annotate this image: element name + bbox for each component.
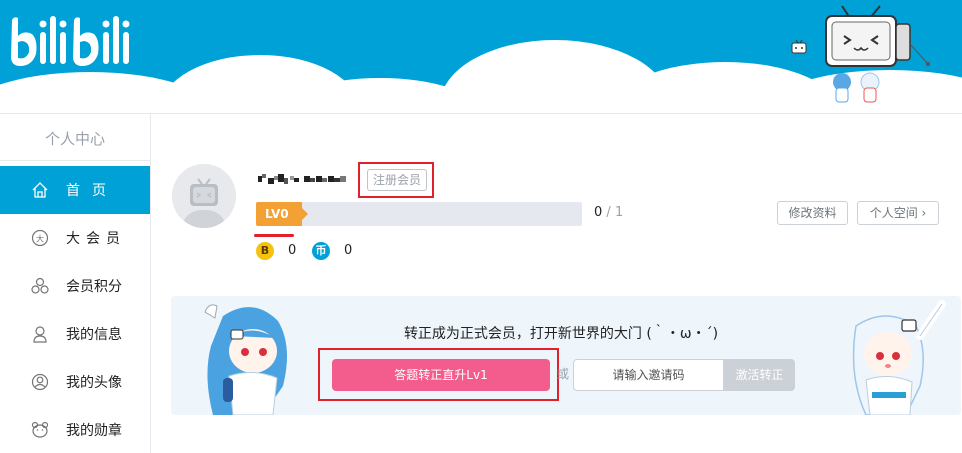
sidebar-divider [0,160,150,161]
sidebar-item-label: 首页 [66,183,118,199]
sidebar-item-medal[interactable]: 我的勋章 [0,406,150,453]
sidebar-item-points[interactable]: 会员积分 [0,262,150,310]
main-content: 注册会员 LV0 0 / 1 B 0 币 0 修改资料 个人空间 › 转正成为正… [151,114,962,453]
home-icon [32,182,48,198]
sidebar-item-home[interactable]: 首页 [0,166,150,214]
bcoin-icon: B [256,242,274,260]
sidebar-item-vip[interactable]: 大 大会员 [0,214,150,262]
edit-profile-button[interactable]: 修改资料 [777,201,848,225]
bilibili-logo[interactable] [8,10,150,70]
avatar-icon [31,373,49,391]
tv-mascot-illustration [825,5,930,103]
level-progress-text: 0 / 1 [594,205,623,220]
page: 个人中心 首页 大 大会员 会员积分 我的信息 我的头像 我的勋章 注册会员 L… [0,0,962,453]
user-icon [33,326,47,343]
points-icon [31,277,49,294]
vip-icon: 大 [31,229,49,247]
invite-code-input[interactable] [573,359,724,391]
username-pixelated [258,174,346,184]
annotation-box-badge [358,162,434,198]
sidebar-item-label: 我的头像 [66,375,122,391]
sidebar-item-label: 会员积分 [66,279,122,295]
sidebar-item-avatar[interactable]: 我的头像 [0,358,150,406]
level-tag: LV0 [256,202,308,226]
avatar[interactable] [172,164,236,228]
sidebar-item-info[interactable]: 我的信息 [0,310,150,358]
mascot-22-illustration [204,304,287,415]
annotation-box-quiz [318,348,559,401]
svg-text:大: 大 [36,234,44,244]
sidebar-item-label: 大会员 [66,231,126,247]
upgrade-message: 转正成为正式会员，打开新世界的大门 (｀・ω・´) [403,326,719,342]
bcoin-value: 0 [288,243,297,258]
upgrade-banner: 转正成为正式会员，打开新世界的大门 (｀・ω・´) 答题转正直升Lv1 或 激活… [171,296,961,415]
coin-value: 0 [344,243,353,258]
coin-icon: 币 [312,242,330,260]
level-separator: / [606,205,611,220]
sidebar-item-label: 我的信息 [66,327,122,343]
sidebar: 个人中心 首页 大 大会员 会员积分 我的信息 我的头像 我的勋章 [0,114,151,453]
medal-icon [31,421,49,438]
mascot-33-illustration [852,300,946,415]
annotation-underline [254,234,294,237]
level-max: 1 [614,205,624,220]
level-bar: LV0 [256,202,582,226]
tv-mini-icon [791,40,807,54]
default-avatar-icon [172,164,236,228]
or-text: 或 [557,367,570,381]
sidebar-title: 个人中心 [44,130,105,148]
personal-space-button[interactable]: 个人空间 › [857,201,939,225]
level-current: 0 [594,205,603,220]
sidebar-item-label: 我的勋章 [66,423,122,439]
activate-button[interactable]: 激活转正 [724,359,795,391]
header-banner [0,0,962,114]
